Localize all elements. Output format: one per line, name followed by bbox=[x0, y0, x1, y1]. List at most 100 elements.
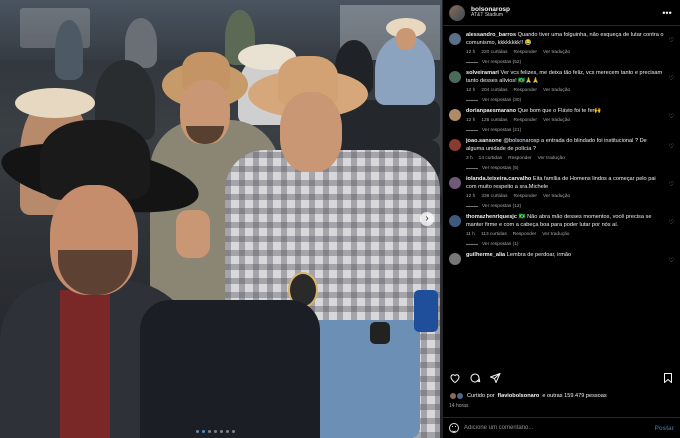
comment-username[interactable]: thomazhenriquesjc bbox=[466, 214, 517, 220]
heart-icon[interactable] bbox=[449, 372, 461, 384]
stadium-seat bbox=[140, 300, 320, 438]
add-comment-bar: Postar bbox=[443, 417, 680, 438]
action-bar bbox=[449, 372, 674, 384]
comment-time[interactable]: 12 h bbox=[466, 194, 475, 199]
comment-like-heart-icon[interactable]: ♡ bbox=[664, 143, 674, 171]
view-replies-button[interactable]: Ver respostas (1) bbox=[466, 242, 664, 247]
reply-button[interactable]: Responder bbox=[513, 88, 536, 93]
send-icon[interactable] bbox=[489, 372, 501, 384]
reply-button[interactable]: Responder bbox=[513, 194, 536, 199]
beer-can bbox=[414, 290, 438, 332]
view-replies-button[interactable]: Ver respostas (52) bbox=[466, 60, 664, 65]
likes-summary[interactable]: Curtido por flaviobolsonaro e outras 159… bbox=[449, 392, 674, 400]
liker-avatar bbox=[456, 392, 464, 400]
comment-time[interactable]: 12 h bbox=[466, 50, 475, 55]
comment-item: dorianpaesmarano Que bom que o Flávio fo… bbox=[449, 107, 674, 133]
avatar[interactable] bbox=[449, 4, 465, 21]
view-replies-label: Ver respostas (30) bbox=[482, 98, 522, 103]
carousel-dot bbox=[226, 430, 229, 433]
comment-like-heart-icon[interactable]: ♡ bbox=[664, 181, 674, 209]
comment-likes[interactable]: 14 curtidas bbox=[479, 156, 502, 161]
translate-button[interactable]: Ver tradução bbox=[543, 50, 570, 55]
avatar[interactable] bbox=[449, 71, 461, 83]
likes-prefix: Curtido por bbox=[467, 393, 495, 399]
comment-like-heart-icon[interactable]: ♡ bbox=[664, 113, 674, 133]
comment-username[interactable]: alessandro_barros bbox=[466, 32, 516, 38]
view-replies-label: Ver respostas (1) bbox=[482, 242, 519, 247]
post-photo[interactable]: › bbox=[0, 0, 442, 438]
comment-like-heart-icon[interactable]: ♡ bbox=[664, 257, 674, 265]
avatar[interactable] bbox=[449, 215, 461, 227]
comment-likes[interactable]: 339 curtidas bbox=[481, 194, 507, 199]
view-replies-button[interactable]: Ver respostas (21) bbox=[466, 128, 664, 133]
carousel-dot bbox=[214, 430, 217, 433]
comment-username[interactable]: dorianpaesmarano bbox=[466, 108, 516, 114]
carousel-dot bbox=[196, 430, 199, 433]
translate-button[interactable]: Ver tradução bbox=[543, 194, 570, 199]
translate-button[interactable]: Ver tradução bbox=[542, 232, 569, 237]
view-replies-label: Ver respostas (12) bbox=[482, 204, 522, 209]
comment-mention[interactable]: @bolsonarosp bbox=[503, 138, 539, 144]
comment-item: solveiramari Ver vcs felizes, me deixa t… bbox=[449, 69, 674, 103]
likes-user[interactable]: flaviobolsonaro bbox=[498, 393, 540, 399]
comment-item: joao.sansone @bolsonarosp a entrada do b… bbox=[449, 137, 674, 171]
likes-suffix[interactable]: e outras 159.479 pessoas bbox=[542, 393, 606, 399]
comment-username[interactable]: solveiramari bbox=[466, 70, 499, 76]
carousel-dot bbox=[220, 430, 223, 433]
comment-time[interactable]: 12 h bbox=[466, 118, 475, 123]
comment-time[interactable]: 12 h bbox=[466, 88, 475, 93]
reply-button[interactable]: Responder bbox=[508, 156, 531, 161]
comment-time[interactable]: 3 h bbox=[466, 156, 473, 161]
carousel-next-icon[interactable]: › bbox=[420, 212, 434, 226]
reply-button[interactable]: Responder bbox=[513, 50, 536, 55]
post-time[interactable]: 14 horas bbox=[449, 403, 468, 409]
comment-text: Que bom que o Flávio foi te fer🙌 bbox=[517, 108, 602, 114]
view-replies-label: Ver respostas (21) bbox=[482, 128, 522, 133]
comment-time[interactable]: 11 h bbox=[466, 232, 475, 237]
comment-username[interactable]: guilherme_alia bbox=[466, 252, 505, 258]
comment-likes[interactable]: 220 curtidas bbox=[481, 50, 507, 55]
post-side-panel: bolsonarosp AT&T Stadium ••• alessandro_… bbox=[442, 0, 680, 438]
comment-input[interactable] bbox=[464, 425, 650, 431]
view-replies-button[interactable]: Ver respostas (12) bbox=[466, 204, 664, 209]
emoji-icon[interactable] bbox=[449, 423, 459, 433]
view-replies-label: Ver respostas (52) bbox=[482, 60, 522, 65]
comment-item: guilherme_alia Lembra de perdoar, irmão … bbox=[449, 251, 674, 265]
bookmark-icon[interactable] bbox=[662, 372, 674, 384]
view-replies-button[interactable]: Ver respostas (30) bbox=[466, 98, 664, 103]
comment-likes[interactable]: 113 curtidas bbox=[481, 232, 507, 237]
avatar[interactable] bbox=[449, 139, 461, 151]
carousel-dot bbox=[232, 430, 235, 433]
view-replies-button[interactable]: Ver respostas (5) bbox=[466, 166, 664, 171]
post-location[interactable]: AT&T Stadium bbox=[471, 13, 660, 19]
avatar[interactable] bbox=[449, 109, 461, 121]
carousel-dot bbox=[208, 430, 211, 433]
carousel-dot bbox=[202, 430, 205, 433]
comment-like-heart-icon[interactable]: ♡ bbox=[664, 219, 674, 247]
comment-likes[interactable]: 204 curtidas bbox=[481, 88, 507, 93]
comment-item: alessandro_barros Quando tiver uma folgu… bbox=[449, 31, 674, 65]
avatar[interactable] bbox=[449, 253, 461, 265]
post-header: bolsonarosp AT&T Stadium ••• bbox=[443, 0, 680, 26]
comment-like-heart-icon[interactable]: ♡ bbox=[664, 37, 674, 65]
comment-item: thomazhenriquesjc 🇧🇷 Não abra mão desses… bbox=[449, 213, 674, 247]
translate-button[interactable]: Ver tradução bbox=[543, 118, 570, 123]
comment-item: iolanda.teixeira.carvalho Eita família d… bbox=[449, 175, 674, 209]
comment-username[interactable]: joao.sansone bbox=[466, 138, 502, 144]
more-horizontal-icon[interactable]: ••• bbox=[660, 8, 674, 18]
comment-like-heart-icon[interactable]: ♡ bbox=[664, 75, 674, 103]
reply-button[interactable]: Responder bbox=[513, 118, 536, 123]
comment-likes[interactable]: 126 curtidas bbox=[481, 118, 507, 123]
translate-button[interactable]: Ver tradução bbox=[538, 156, 565, 161]
translate-button[interactable]: Ver tradução bbox=[543, 88, 570, 93]
reply-button[interactable]: Responder bbox=[513, 232, 536, 237]
watch bbox=[370, 322, 390, 344]
carousel-indicator bbox=[196, 430, 235, 433]
comment-icon[interactable] bbox=[469, 372, 481, 384]
comment-username[interactable]: iolanda.teixeira.carvalho bbox=[466, 176, 531, 182]
avatar[interactable] bbox=[449, 177, 461, 189]
post-comment-button[interactable]: Postar bbox=[655, 425, 674, 432]
comments-list[interactable]: alessandro_barros Quando tiver uma folgu… bbox=[443, 27, 680, 367]
avatar[interactable] bbox=[449, 33, 461, 45]
comment-text: Lembra de perdoar, irmão bbox=[506, 252, 572, 258]
